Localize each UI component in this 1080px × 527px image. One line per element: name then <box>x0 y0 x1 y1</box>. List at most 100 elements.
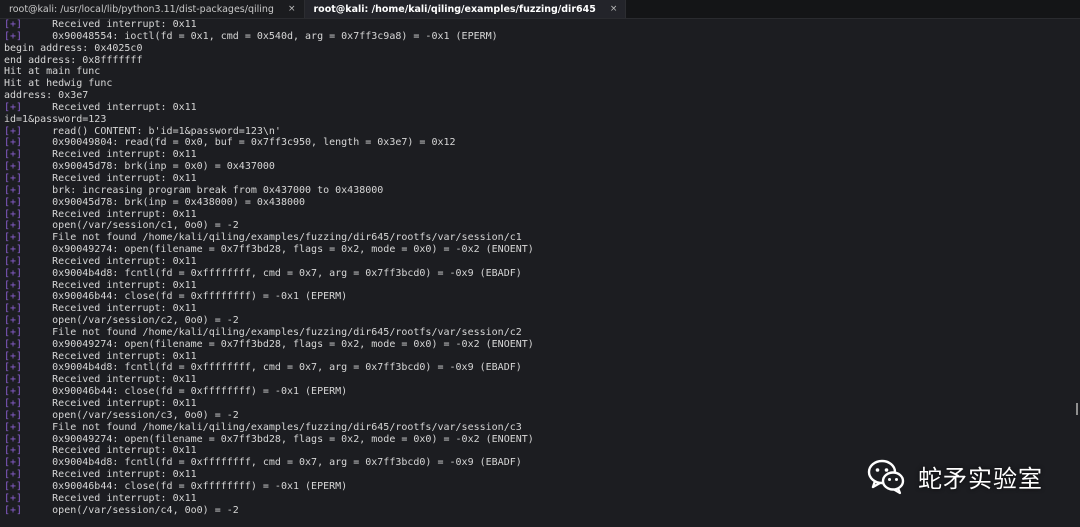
log-tag: [+] <box>4 196 23 208</box>
log-text: 0x90049274: open(filename = 0x7ff3bd28, … <box>22 244 534 256</box>
log-text: Received interrupt: 0x11 <box>22 303 197 315</box>
log-text: address: 0x3e7 <box>4 90 89 102</box>
terminal-line: [+] Received interrupt: 0x11 <box>4 209 1068 221</box>
log-tag: [+] <box>4 362 23 374</box>
log-tag: [+] <box>4 386 23 398</box>
terminal-line: [+] Received interrupt: 0x11 <box>4 374 1068 386</box>
log-tag: [+] <box>4 409 23 421</box>
terminal-line: [+] 0x90049274: open(filename = 0x7ff3bd… <box>4 339 1068 351</box>
tab-close-button[interactable]: × <box>288 4 296 14</box>
log-text: File not found /home/kali/qiling/example… <box>22 326 522 338</box>
log-text: open(/var/session/c1, 0o0) = -2 <box>22 220 239 232</box>
log-tag: [+] <box>4 232 23 244</box>
log-tag: [+] <box>4 101 23 113</box>
log-tag: [+] <box>4 220 23 232</box>
log-tag: [+] <box>4 149 23 161</box>
log-tag: [+] <box>4 457 23 469</box>
terminal-line: [+] 0x90045d78: brk(inp = 0x0) = 0x43700… <box>4 161 1068 173</box>
log-text: File not found /home/kali/qiling/example… <box>22 232 522 244</box>
log-text: Received interrupt: 0x11 <box>22 492 197 504</box>
tab-label: root@kali: /home/kali/qiling/examples/fu… <box>313 3 596 15</box>
log-text: Received interrupt: 0x11 <box>22 398 197 409</box>
log-text: 0x90046b44: close(fd = 0xffffffff) = -0x… <box>22 480 348 492</box>
terminal-line: [+] Received interrupt: 0x11 <box>4 19 1068 31</box>
terminal-line: [+] 0x90048554: ioctl(fd = 0x1, cmd = 0x… <box>4 31 1068 43</box>
wechat-icon <box>867 459 905 495</box>
log-text: 0x90049804: read(fd = 0x0, buf = 0x7ff3c… <box>22 137 456 149</box>
terminal-line: [+] open(/var/session/c3, 0o0) = -2 <box>4 410 1068 422</box>
log-tag: [+] <box>4 291 23 303</box>
log-text: Received interrupt: 0x11 <box>22 445 197 457</box>
log-text: 0x90049274: open(filename = 0x7ff3bd28, … <box>22 338 534 350</box>
terminal-line: [+] Received interrupt: 0x11 <box>4 149 1068 161</box>
terminal-line: [+] open(/var/session/c4, 0o0) = -2 <box>4 505 1068 517</box>
log-tag: [+] <box>4 19 23 30</box>
log-tag: [+] <box>4 30 23 42</box>
terminal-line: address: 0x3e7 <box>4 90 1068 102</box>
tab-qiling-dist-packages[interactable]: root@kali: /usr/local/lib/python3.11/dis… <box>0 0 305 18</box>
log-text: Received interrupt: 0x11 <box>22 172 197 184</box>
log-tag: [+] <box>4 267 23 279</box>
terminal-line: [+] 0x9004b4d8: fcntl(fd = 0xffffffff, c… <box>4 268 1068 280</box>
terminal-line: [+] File not found /home/kali/qiling/exa… <box>4 422 1068 434</box>
log-text: File not found /home/kali/qiling/example… <box>22 421 522 433</box>
log-tag: [+] <box>4 279 23 291</box>
log-text: open(/var/session/c2, 0o0) = -2 <box>22 315 239 327</box>
log-text: Received interrupt: 0x11 <box>22 149 197 161</box>
log-text: begin address: 0x4025c0 <box>4 42 143 54</box>
log-tag: [+] <box>4 338 23 350</box>
scrollbar-thumb[interactable] <box>1076 403 1078 415</box>
watermark: 蛇矛实验室 <box>866 456 1043 496</box>
log-tag: [+] <box>4 326 23 338</box>
watermark-text: 蛇矛实验室 <box>918 464 1043 493</box>
log-text: Received interrupt: 0x11 <box>22 255 197 267</box>
terminal-line: [+] 0x90045d78: brk(inp = 0x438000) = 0x… <box>4 197 1068 209</box>
terminal-line: [+] 0x90046b44: close(fd = 0xffffffff) =… <box>4 291 1068 303</box>
log-text: 0x9004b4d8: fcntl(fd = 0xffffffff, cmd =… <box>22 457 522 469</box>
tab-label: root@kali: /usr/local/lib/python3.11/dis… <box>9 3 274 15</box>
log-text: 0x90049274: open(filename = 0x7ff3bd28, … <box>22 433 534 445</box>
log-tag: [+] <box>4 244 23 256</box>
log-tag: [+] <box>4 374 23 386</box>
terminal-line: [+] Received interrupt: 0x11 <box>4 256 1068 268</box>
log-tag: [+] <box>4 315 23 327</box>
log-tag: [+] <box>4 161 23 173</box>
log-text: 0x90045d78: brk(inp = 0x438000) = 0x4380… <box>22 196 306 208</box>
log-text: Received interrupt: 0x11 <box>22 469 197 481</box>
terminal-line: [+] read() CONTENT: b'id=1&password=123\… <box>4 126 1068 138</box>
tab-dir645[interactable]: root@kali: /home/kali/qiling/examples/fu… <box>304 0 627 18</box>
log-tag: [+] <box>4 492 23 504</box>
terminal-line: [+] File not found /home/kali/qiling/exa… <box>4 232 1068 244</box>
log-text: 0x9004b4d8: fcntl(fd = 0xffffffff, cmd =… <box>22 362 522 374</box>
terminal-line: [+] brk: increasing program break from 0… <box>4 185 1068 197</box>
log-text: Received interrupt: 0x11 <box>22 374 197 386</box>
terminal-window: root@kali: /usr/local/lib/python3.11/dis… <box>0 0 1080 527</box>
terminal-line: [+] File not found /home/kali/qiling/exa… <box>4 327 1068 339</box>
log-text: Hit at hedwig func <box>4 78 113 90</box>
log-text: Received interrupt: 0x11 <box>22 279 197 291</box>
terminal-output[interactable]: [+] Received interrupt: 0x11 [+] 0x900485… <box>4 19 1068 516</box>
log-tag: [+] <box>4 433 23 445</box>
terminal-line: [+] open(/var/session/c1, 0o0) = -2 <box>4 220 1068 232</box>
log-text: 0x90046b44: close(fd = 0xffffffff) = -0x… <box>22 291 348 303</box>
terminal-line: Hit at main func <box>4 66 1068 78</box>
log-text: 0x90046b44: close(fd = 0xffffffff) = -0x… <box>22 386 348 398</box>
tab-close-button[interactable]: × <box>610 4 618 14</box>
terminal-line: [+] Received interrupt: 0x11 <box>4 102 1068 114</box>
terminal-line: begin address: 0x4025c0 <box>4 43 1068 55</box>
log-tag: [+] <box>4 184 23 196</box>
log-text: 0x90048554: ioctl(fd = 0x1, cmd = 0x540d… <box>22 30 498 42</box>
log-text: 0x90045d78: brk(inp = 0x0) = 0x437000 <box>22 161 275 173</box>
log-text: end address: 0x8fffffff <box>4 54 143 66</box>
terminal-line: [+] Received interrupt: 0x11 <box>4 351 1068 363</box>
log-text: open(/var/session/c4, 0o0) = -2 <box>22 504 239 516</box>
log-tag: [+] <box>4 469 23 481</box>
terminal-line: id=1&password=123 <box>4 114 1068 126</box>
terminal-line: [+] Received interrupt: 0x11 <box>4 280 1068 292</box>
log-tag: [+] <box>4 125 23 137</box>
terminal-line: [+] 0x90049274: open(filename = 0x7ff3bd… <box>4 244 1068 256</box>
log-text: brk: increasing program break from 0x437… <box>22 184 384 196</box>
log-text: read() CONTENT: b'id=1&password=123\n' <box>22 125 281 137</box>
log-tag: [+] <box>4 504 23 516</box>
log-tag: [+] <box>4 303 23 315</box>
